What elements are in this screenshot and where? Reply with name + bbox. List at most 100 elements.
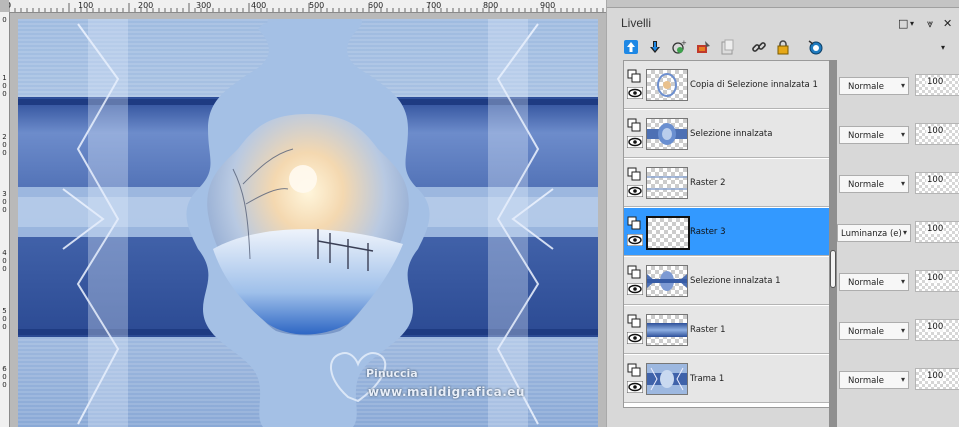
blend-mode-select[interactable]: Normale ▾ <box>839 175 909 193</box>
duplicate-layer-icon[interactable] <box>717 37 737 57</box>
layer-group-icon[interactable] <box>627 69 641 83</box>
opacity-field[interactable]: 100 <box>915 221 959 243</box>
visibility-eye-icon[interactable] <box>627 185 643 197</box>
layer-group-icon[interactable] <box>627 314 641 328</box>
ruler-left-label: 0 <box>2 16 7 24</box>
chevron-down-icon: ▾ <box>900 130 905 139</box>
layer-row[interactable]: Trama 1 <box>624 355 830 403</box>
move-layer-down-icon[interactable] <box>645 37 665 57</box>
layer-group-icon[interactable] <box>627 363 641 377</box>
opacity-field[interactable]: 100 <box>915 74 959 96</box>
panel-title: Livelli <box>621 16 652 30</box>
layer-thumbnail <box>646 314 688 346</box>
opacity-field[interactable]: 100 <box>915 368 959 390</box>
blend-mode-value: Luminanza (e) <box>841 229 902 239</box>
layer-properties: Normale ▾ 100 <box>837 61 959 109</box>
blend-mode-select[interactable]: Normale ▾ <box>839 273 909 291</box>
chevron-down-icon: ▾ <box>902 228 907 237</box>
visibility-eye-icon[interactable] <box>627 87 643 99</box>
opacity-field[interactable]: 100 <box>915 319 959 341</box>
opacity-value: 100 <box>926 322 945 332</box>
toolbar-overflow-icon[interactable]: ▾ <box>933 37 953 57</box>
visibility-eye-icon[interactable] <box>627 136 643 148</box>
svg-text:+: + <box>681 39 687 47</box>
watermark-name: Pinuccia <box>366 367 418 380</box>
layer-row[interactable]: Selezione innalzata <box>624 110 830 158</box>
blend-mode-select[interactable]: Normale ▾ <box>839 126 909 144</box>
blend-mode-select[interactable]: Normale ▾ <box>839 371 909 389</box>
visibility-eye-icon[interactable] <box>627 332 643 344</box>
move-layer-up-icon[interactable] <box>621 37 641 57</box>
opacity-value: 100 <box>926 224 945 234</box>
menu-caret-icon[interactable]: ▾ <box>910 19 914 28</box>
pin-icon[interactable]: ⩔ <box>927 17 933 31</box>
ruler-left-label: 3 0 0 <box>2 190 7 214</box>
chevron-down-icon: ▾ <box>900 375 905 384</box>
opacity-value: 100 <box>926 77 945 87</box>
layer-row-selected[interactable]: Raster 3 <box>624 208 830 256</box>
ruler-left-label: 2 0 0 <box>2 133 7 157</box>
layers-panel: Livelli □ ▾ ⩔ ✕ + ▾ Copia di Selezione i… <box>606 0 959 427</box>
link-layer-icon[interactable] <box>749 37 769 57</box>
watermark-url: www.maildigrafica.eu <box>368 385 525 399</box>
blend-mode-value: Normale <box>848 131 884 141</box>
ruler-left-label: 6 0 0 <box>2 365 7 389</box>
layer-name: Trama 1 <box>690 374 725 384</box>
layer-group-icon[interactable] <box>627 167 641 181</box>
visibility-eye-icon[interactable] <box>627 283 643 295</box>
layer-name: Raster 2 <box>690 178 726 188</box>
paint-layer-icon[interactable] <box>693 37 713 57</box>
layer-properties: Normale ▾ 100 <box>837 257 959 305</box>
lock-layer-icon[interactable] <box>773 37 793 57</box>
blend-mode-value: Normale <box>848 82 884 92</box>
opacity-value: 100 <box>926 273 945 283</box>
blend-mode-value: Normale <box>848 327 884 337</box>
layer-group-icon[interactable] <box>627 216 641 230</box>
canvas-area[interactable]: 0 100 200 300 400 500 600 700 800 900 0 … <box>0 0 606 427</box>
blend-mode-value: Normale <box>848 376 884 386</box>
layer-row[interactable]: Raster 2 <box>624 159 830 207</box>
maximize-icon[interactable]: □ <box>898 17 908 30</box>
layer-group-icon[interactable] <box>627 265 641 279</box>
close-icon[interactable]: ✕ <box>943 17 952 30</box>
layer-thumbnail <box>646 265 688 297</box>
layers-toolbar: + ▾ <box>621 37 956 59</box>
opacity-value: 100 <box>926 126 945 136</box>
blend-mode-select[interactable]: Luminanza (e) ▾ <box>837 224 911 242</box>
opacity-field[interactable]: 100 <box>915 270 959 292</box>
panel-header: Livelli □ ▾ ⩔ ✕ <box>607 8 959 36</box>
new-layer-icon[interactable]: + <box>669 37 689 57</box>
layers-splitter-track[interactable] <box>829 60 837 427</box>
layer-row[interactable]: Copia di Selezione innalzata 1 <box>624 61 830 109</box>
blend-mode-select[interactable]: Normale ▾ <box>839 77 909 95</box>
chevron-down-icon: ▾ <box>900 326 905 335</box>
horizontal-ruler: 0 100 200 300 400 500 600 700 800 900 <box>9 0 606 13</box>
opacity-field[interactable]: 100 <box>915 172 959 194</box>
layer-properties: Normale ▾ 100 <box>837 355 959 403</box>
layer-properties: Normale ▾ 100 <box>837 306 959 354</box>
layer-name: Copia di Selezione innalzata 1 <box>690 80 818 90</box>
layer-row[interactable]: Raster 1 <box>624 306 830 354</box>
opacity-value: 100 <box>926 371 945 381</box>
blend-mode-value: Normale <box>848 278 884 288</box>
layer-thumbnail <box>646 167 688 199</box>
chevron-down-icon: ▾ <box>900 81 905 90</box>
visibility-eye-icon[interactable] <box>627 234 643 246</box>
layer-group-icon[interactable] <box>627 118 641 132</box>
layer-list: Copia di Selezione innalzata 1 Selezione… <box>623 60 831 408</box>
layer-properties: Normale ▾ 100 <box>837 110 959 158</box>
layer-thumbnail <box>646 363 688 395</box>
layer-properties: Normale ▾ 100 <box>837 159 959 207</box>
splitter-handle[interactable] <box>830 250 836 288</box>
visibility-eye-icon[interactable] <box>627 381 643 393</box>
layer-name: Selezione innalzata <box>690 129 773 139</box>
layer-row[interactable]: Selezione innalzata 1 <box>624 257 830 305</box>
ruler-ticks <box>9 3 604 12</box>
layer-name: Raster 3 <box>690 227 726 237</box>
blend-mode-value: Normale <box>848 180 884 190</box>
mask-icon[interactable] <box>805 37 825 57</box>
opacity-field[interactable]: 100 <box>915 123 959 145</box>
layer-name: Raster 1 <box>690 325 726 335</box>
layer-name: Selezione innalzata 1 <box>690 276 781 286</box>
blend-mode-select[interactable]: Normale ▾ <box>839 322 909 340</box>
